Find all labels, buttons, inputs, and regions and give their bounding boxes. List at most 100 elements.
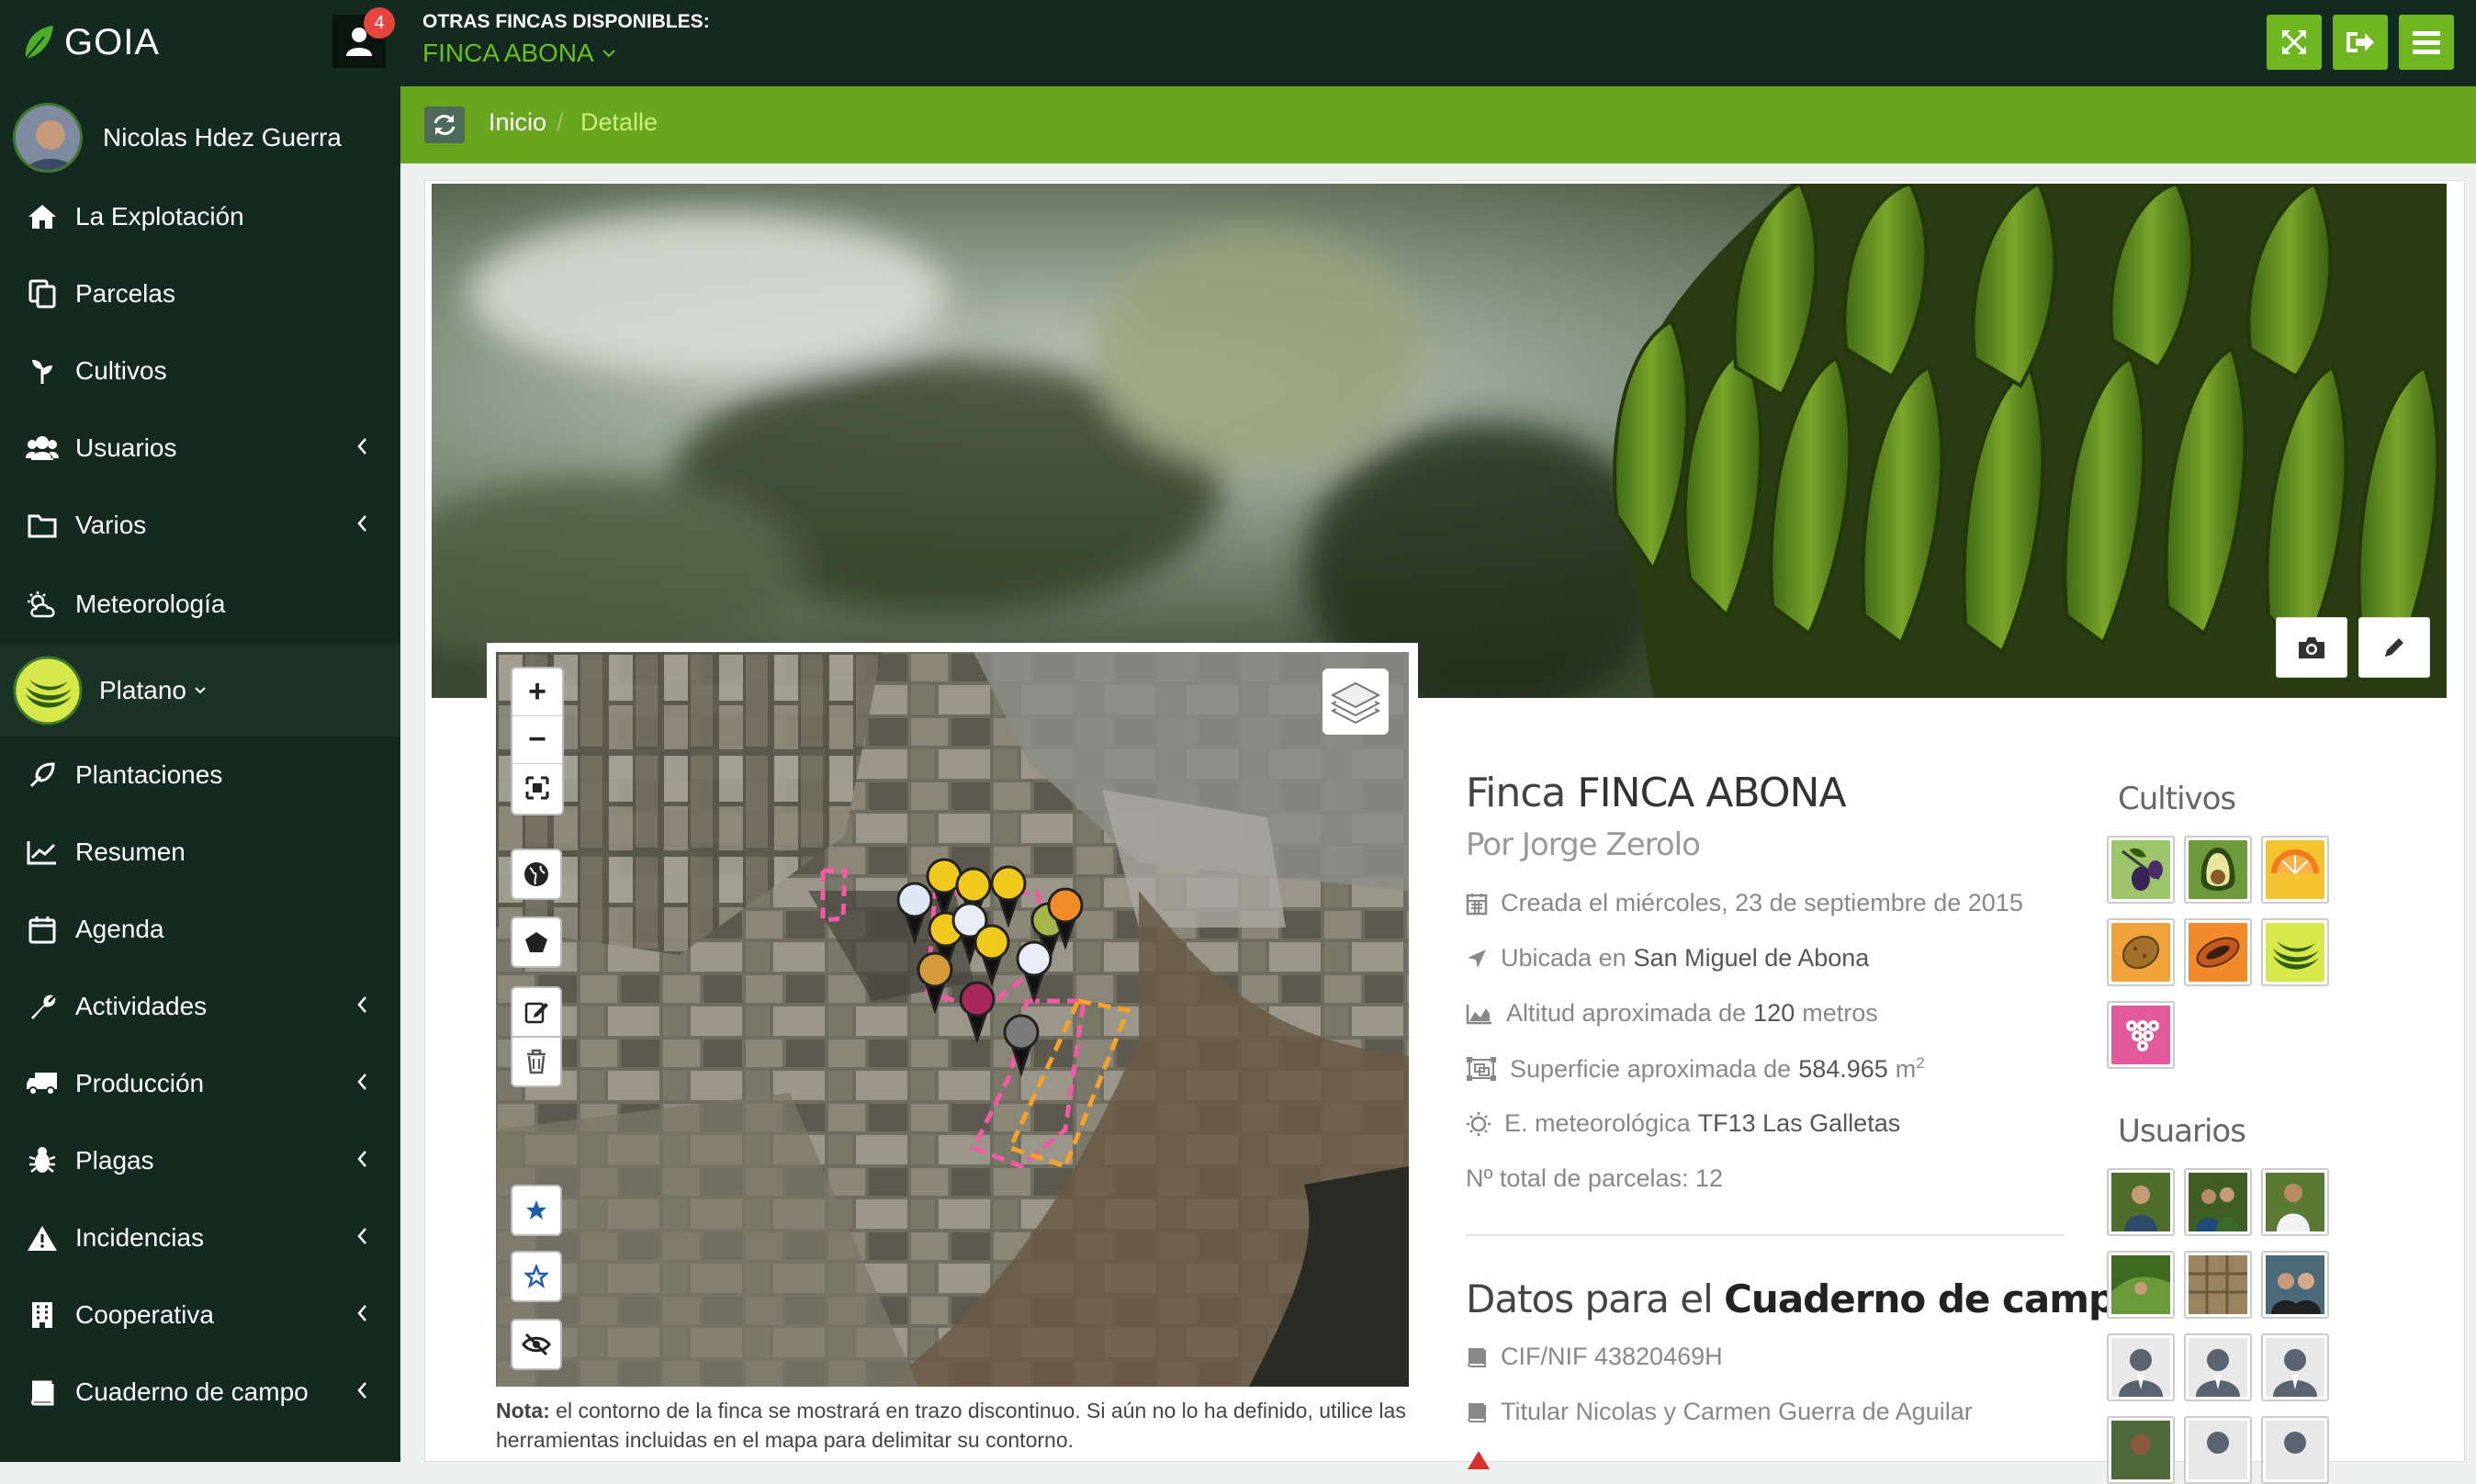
sidebar-item-actividades[interactable]: Actividades [0,968,400,1045]
olive-icon [2111,840,2170,899]
fit-bounds-button[interactable] [512,764,562,812]
sidebar-item-produccion[interactable]: Producción [0,1045,400,1122]
farm-station-value[interactable]: TF13 Las Galletas [1698,1109,1901,1138]
star-outline-button[interactable] [511,1251,562,1302]
zoom-in-button[interactable]: + [512,669,562,716]
user-avatar[interactable] [2261,1168,2329,1236]
sidebar-item-varios[interactable]: Varios [0,487,400,564]
map-note-label: Nota: [496,1399,550,1422]
change-photo-button[interactable] [2276,617,2347,678]
user-avatar[interactable] [2261,1333,2329,1401]
breadcrumb-home[interactable]: Inicio [489,108,546,137]
sidebar-item-agenda[interactable]: Agenda [0,891,400,968]
sidebar-item-cuaderno[interactable]: Cuaderno de campo [0,1354,400,1431]
star-filled-button[interactable] [511,1185,562,1236]
user-avatar[interactable] [2107,1333,2175,1401]
sidebar-item-label: Plagas [75,1146,154,1175]
farm-station-label: E. meteorológica [1504,1109,1691,1137]
sidebar-item-plantaciones[interactable]: Plantaciones [0,736,400,814]
user-avatar[interactable] [2184,1416,2252,1484]
default-avatar-icon [2111,1338,2170,1397]
map-layers-button[interactable] [1322,669,1389,735]
app-logo[interactable]: GOIA [20,17,160,68]
farm-altitude-label: Altitud aproximada de [1506,999,1747,1027]
user-avatar[interactable] [2184,1251,2252,1319]
user-avatar[interactable] [2184,1333,2252,1401]
sidebar-item-explotacion[interactable]: La Explotación [0,178,400,255]
fullscreen-button[interactable] [2267,15,2322,70]
sidebar-item-usuarios[interactable]: Usuarios [0,410,400,487]
building-icon [24,1297,61,1333]
orange-icon [2266,840,2324,899]
map-globe-button[interactable] [511,849,562,900]
crop-orange[interactable] [2261,836,2329,904]
sidebar-item-cultivos[interactable]: Cultivos [0,332,400,410]
draw-polygon-button[interactable] [511,916,562,968]
farm-parcels-count: Nº total de parcelas: 12 [1466,1164,1724,1192]
delete-layers-button[interactable] [511,1036,562,1087]
sidebar-item-label: Cooperativa [75,1300,214,1329]
sidebar-item-label: Producción [75,1069,205,1097]
crop-papaya[interactable] [2184,918,2252,986]
grape-icon [2111,1006,2170,1064]
avocado-icon [2189,840,2247,899]
farm-created: Creada el miércoles, 23 de septiembre de… [1466,889,2023,917]
warning-icon [24,1220,61,1256]
toggle-visibility-button[interactable] [511,1319,562,1370]
breadcrumb-separator: / [557,108,564,136]
user-avatar[interactable] [2107,1168,2175,1236]
default-avatar-icon [2189,1338,2247,1397]
map-note-text: el contorno de la finca se mostrará en t… [496,1399,1406,1452]
sidebar-item-platano[interactable]: Platano [0,645,400,736]
line-chart-icon [24,834,61,871]
star-outline-icon [524,1265,548,1288]
edit-farm-button[interactable] [2358,617,2430,678]
zoom-out-button[interactable]: − [512,716,562,764]
layers-icon [1331,681,1380,724]
farm-altitude: Altitud aproximada de 120 metros [1466,999,1878,1028]
trash-icon [527,1049,546,1074]
sidebar-item-label: Incidencias [75,1223,205,1252]
crop-olive[interactable] [2107,836,2175,904]
menu-toggle-button[interactable] [2399,15,2454,70]
farm-surface-unit: m2 [1895,1054,1925,1083]
user-avatar[interactable] [2107,1251,2175,1319]
crop-grape[interactable] [2107,1001,2175,1069]
user-avatar[interactable] [2261,1416,2329,1484]
farm-location-value: San Miguel de Abona [1633,944,1870,972]
calendar-icon [1466,893,1488,915]
star-icon [526,1200,546,1220]
sidebar-item-cooperativa[interactable]: Cooperativa [0,1276,400,1354]
default-avatar-icon [2189,1421,2247,1479]
chevron-left-icon [357,996,366,1013]
sidebar-item-meteorologia[interactable]: Meteorología [0,566,400,643]
leaf-icon [25,26,53,60]
refresh-button[interactable] [424,107,465,143]
sidebar-item-resumen[interactable]: Resumen [0,814,400,891]
sidebar-item-parcelas[interactable]: Parcelas [0,255,400,332]
refresh-icon [433,115,456,135]
sidebar-item-incidencias[interactable]: Incidencias [0,1199,400,1276]
user-avatar[interactable] [2261,1251,2329,1319]
logout-button[interactable] [2333,15,2388,70]
wrench-icon [24,988,61,1025]
cuaderno-title-bold: Cuaderno de campo [1724,1276,2142,1321]
camera-icon [2299,637,2324,658]
farm-selector-dropdown[interactable]: FINCA ABONA [422,39,616,68]
user-avatar[interactable] [2107,1416,2175,1484]
usuarios-heading: Usuarios [2118,1113,2246,1150]
expand-icon [2282,30,2306,54]
breadcrumb-bar [400,86,2476,163]
farm-title: Finca FINCA ABONA [1466,770,1847,816]
user-avatar[interactable] [2184,1168,2252,1236]
farm-altitude-value: 120 [1753,999,1795,1027]
crop-banana[interactable] [2261,918,2329,986]
crop-avocado[interactable] [2184,836,2252,904]
chevron-left-icon [357,1305,366,1321]
crop-potato[interactable] [2107,918,2175,986]
sidebar-item-plagas[interactable]: Plagas [0,1122,400,1199]
cover-photo [432,184,2447,698]
edit-layers-button[interactable] [511,986,562,1038]
sidebar-user-profile[interactable]: Nicolas Hdez Guerra [13,103,342,173]
farm-map[interactable] [496,652,1409,1387]
